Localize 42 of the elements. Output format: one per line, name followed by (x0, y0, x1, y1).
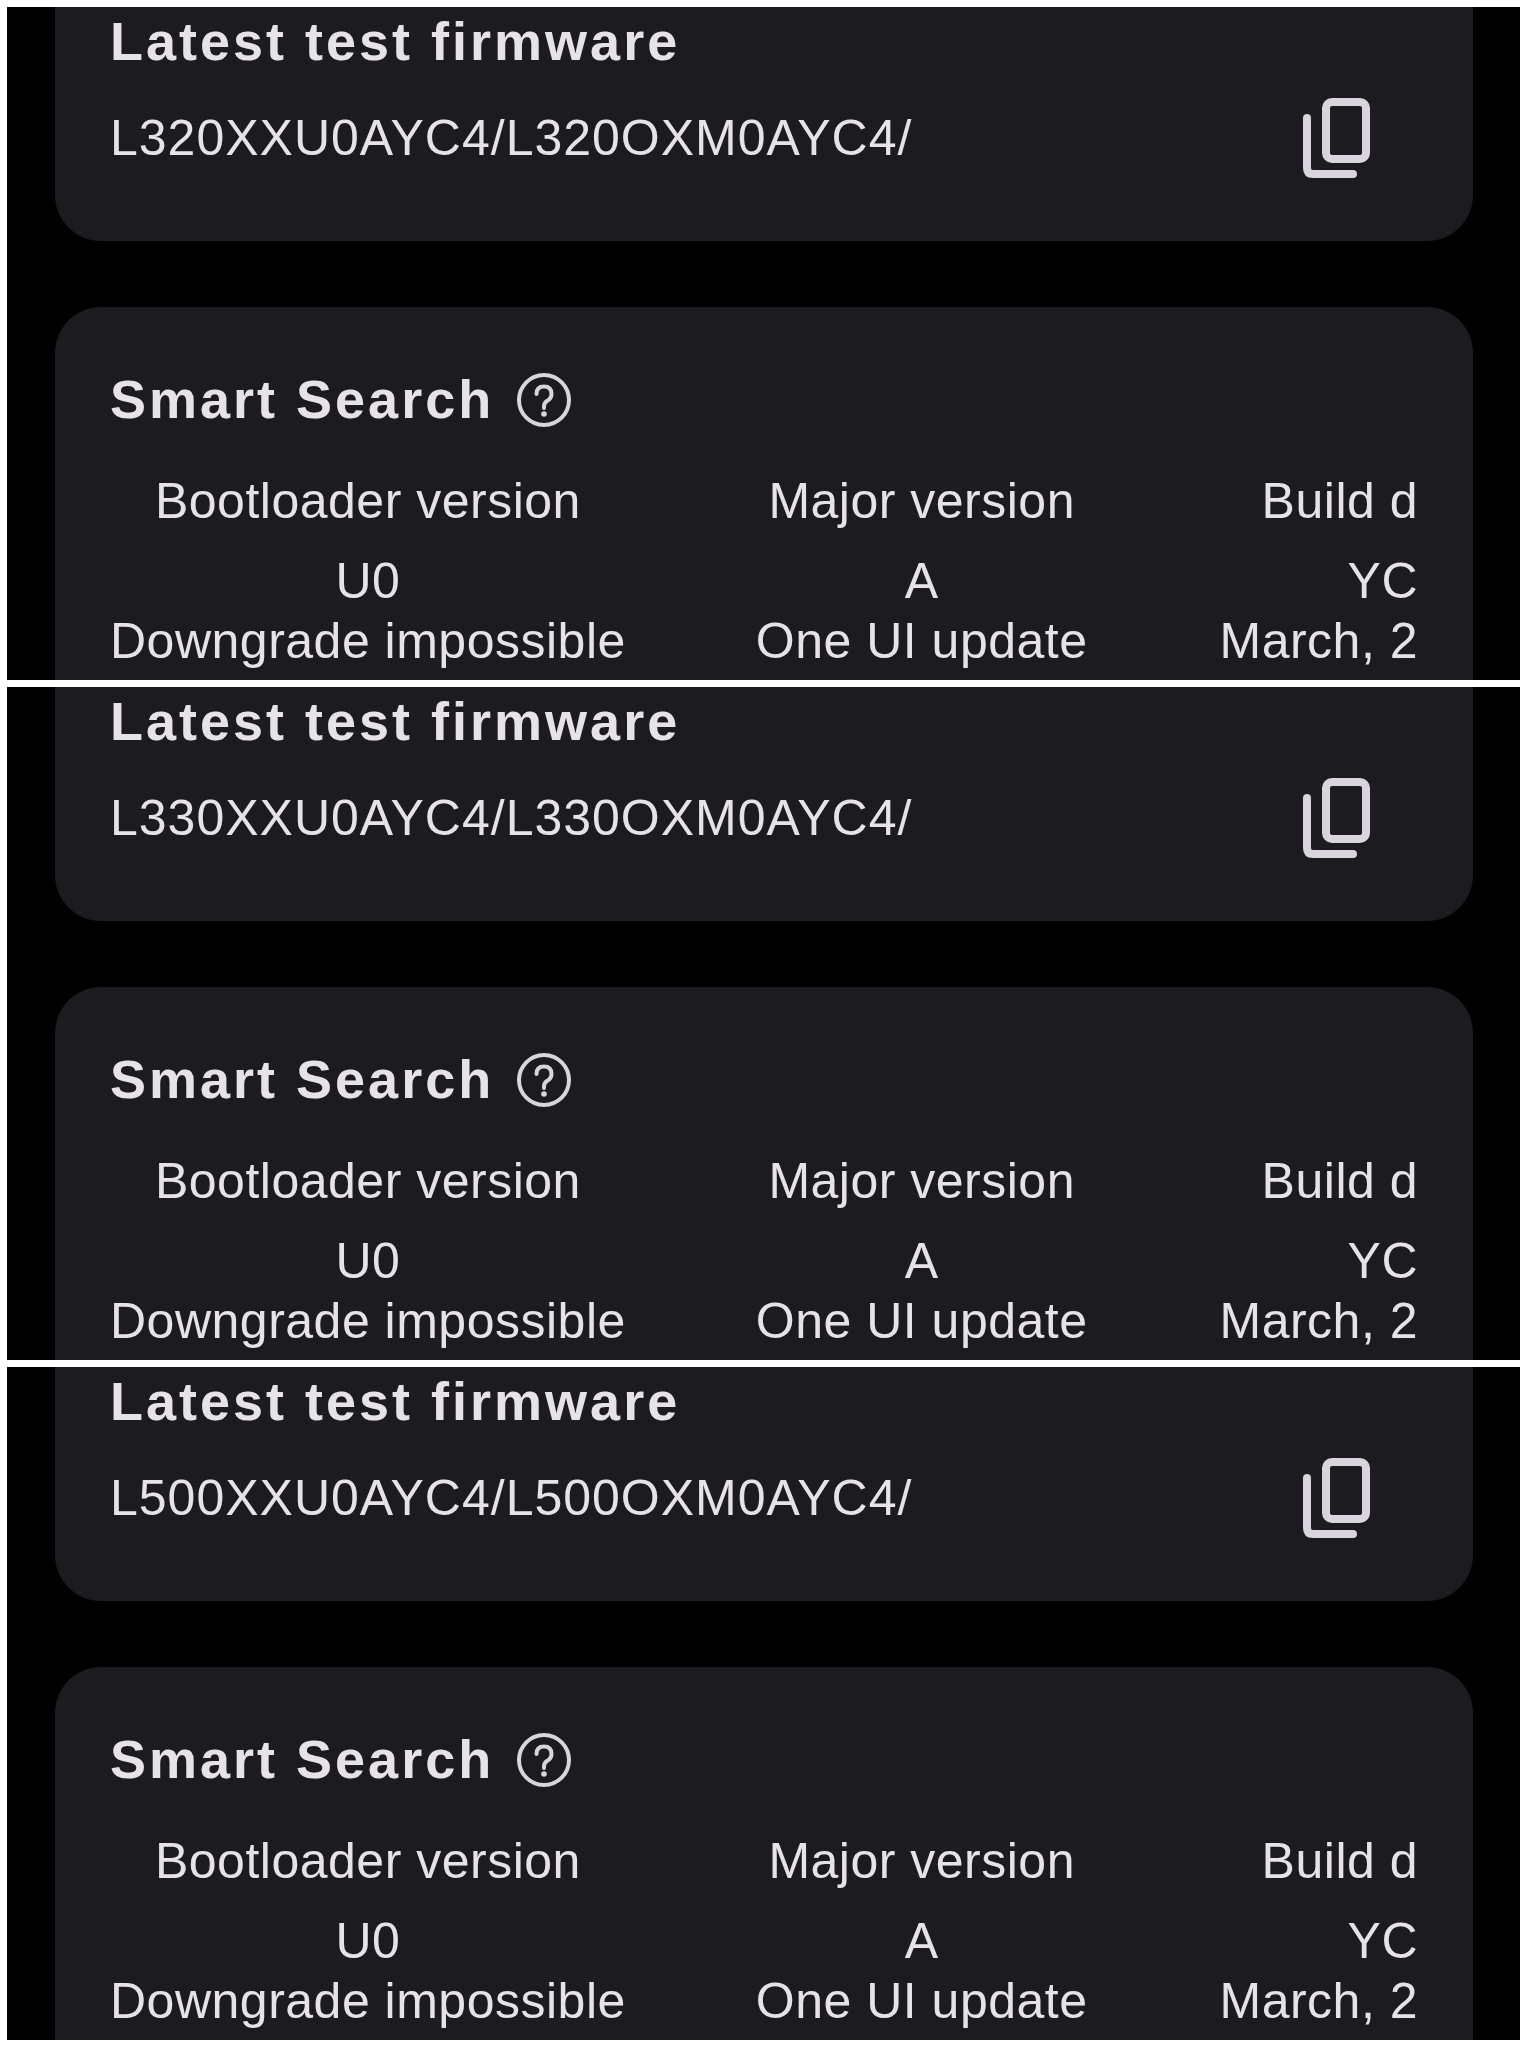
card-title: Latest test firmware (110, 10, 682, 73)
column-note: Downgrade impossible (110, 1292, 626, 1351)
column-header: Build d (1261, 472, 1418, 531)
help-icon[interactable] (517, 372, 572, 427)
card-title: Smart Search (110, 368, 495, 431)
column-note: March, 2 (1219, 612, 1418, 671)
column-value: YC (1347, 1232, 1418, 1291)
column-header: Bootloader version (154, 472, 581, 531)
column-note: March, 2 (1219, 1972, 1418, 2031)
column-value: YC (1347, 1912, 1418, 1971)
column-note: Downgrade impossible (110, 612, 626, 671)
column-header: Bootloader version (154, 1832, 581, 1891)
copy-icon[interactable] (1303, 1458, 1370, 1538)
column-header: Major version (768, 1832, 1075, 1891)
column-header: Major version (768, 1152, 1075, 1211)
column-value: U0 (335, 552, 401, 611)
column-note: Downgrade impossible (110, 1972, 626, 2031)
column-note: One UI update (755, 1972, 1088, 2031)
column-value: YC (1347, 552, 1418, 611)
column-value: A (904, 552, 939, 611)
help-icon[interactable] (517, 1732, 572, 1787)
column-note: One UI update (755, 612, 1088, 671)
firmware-version: L500XXU0AYC4/L500OXM0AYC4/ (110, 1469, 913, 1528)
column-note: March, 2 (1219, 1292, 1418, 1351)
copy-icon[interactable] (1303, 778, 1370, 858)
column-header: Major version (768, 472, 1075, 531)
card-title: Latest test firmware (110, 690, 682, 753)
firmware-version: L320XXU0AYC4/L320OXM0AYC4/ (110, 109, 913, 168)
column-header: Build d (1261, 1152, 1418, 1211)
card-title: Smart Search (110, 1728, 495, 1791)
column-header: Build d (1261, 1832, 1418, 1891)
column-note: One UI update (755, 1292, 1088, 1351)
column-value: A (904, 1912, 939, 1971)
help-icon[interactable] (517, 1052, 572, 1107)
column-value: U0 (335, 1232, 401, 1291)
column-header: Bootloader version (154, 1152, 581, 1211)
copy-icon[interactable] (1303, 98, 1370, 178)
column-value: A (904, 1232, 939, 1291)
card-title: Smart Search (110, 1048, 495, 1111)
card-title: Latest test firmware (110, 1370, 682, 1433)
firmware-version: L330XXU0AYC4/L330OXM0AYC4/ (110, 789, 913, 848)
column-value: U0 (335, 1912, 401, 1971)
